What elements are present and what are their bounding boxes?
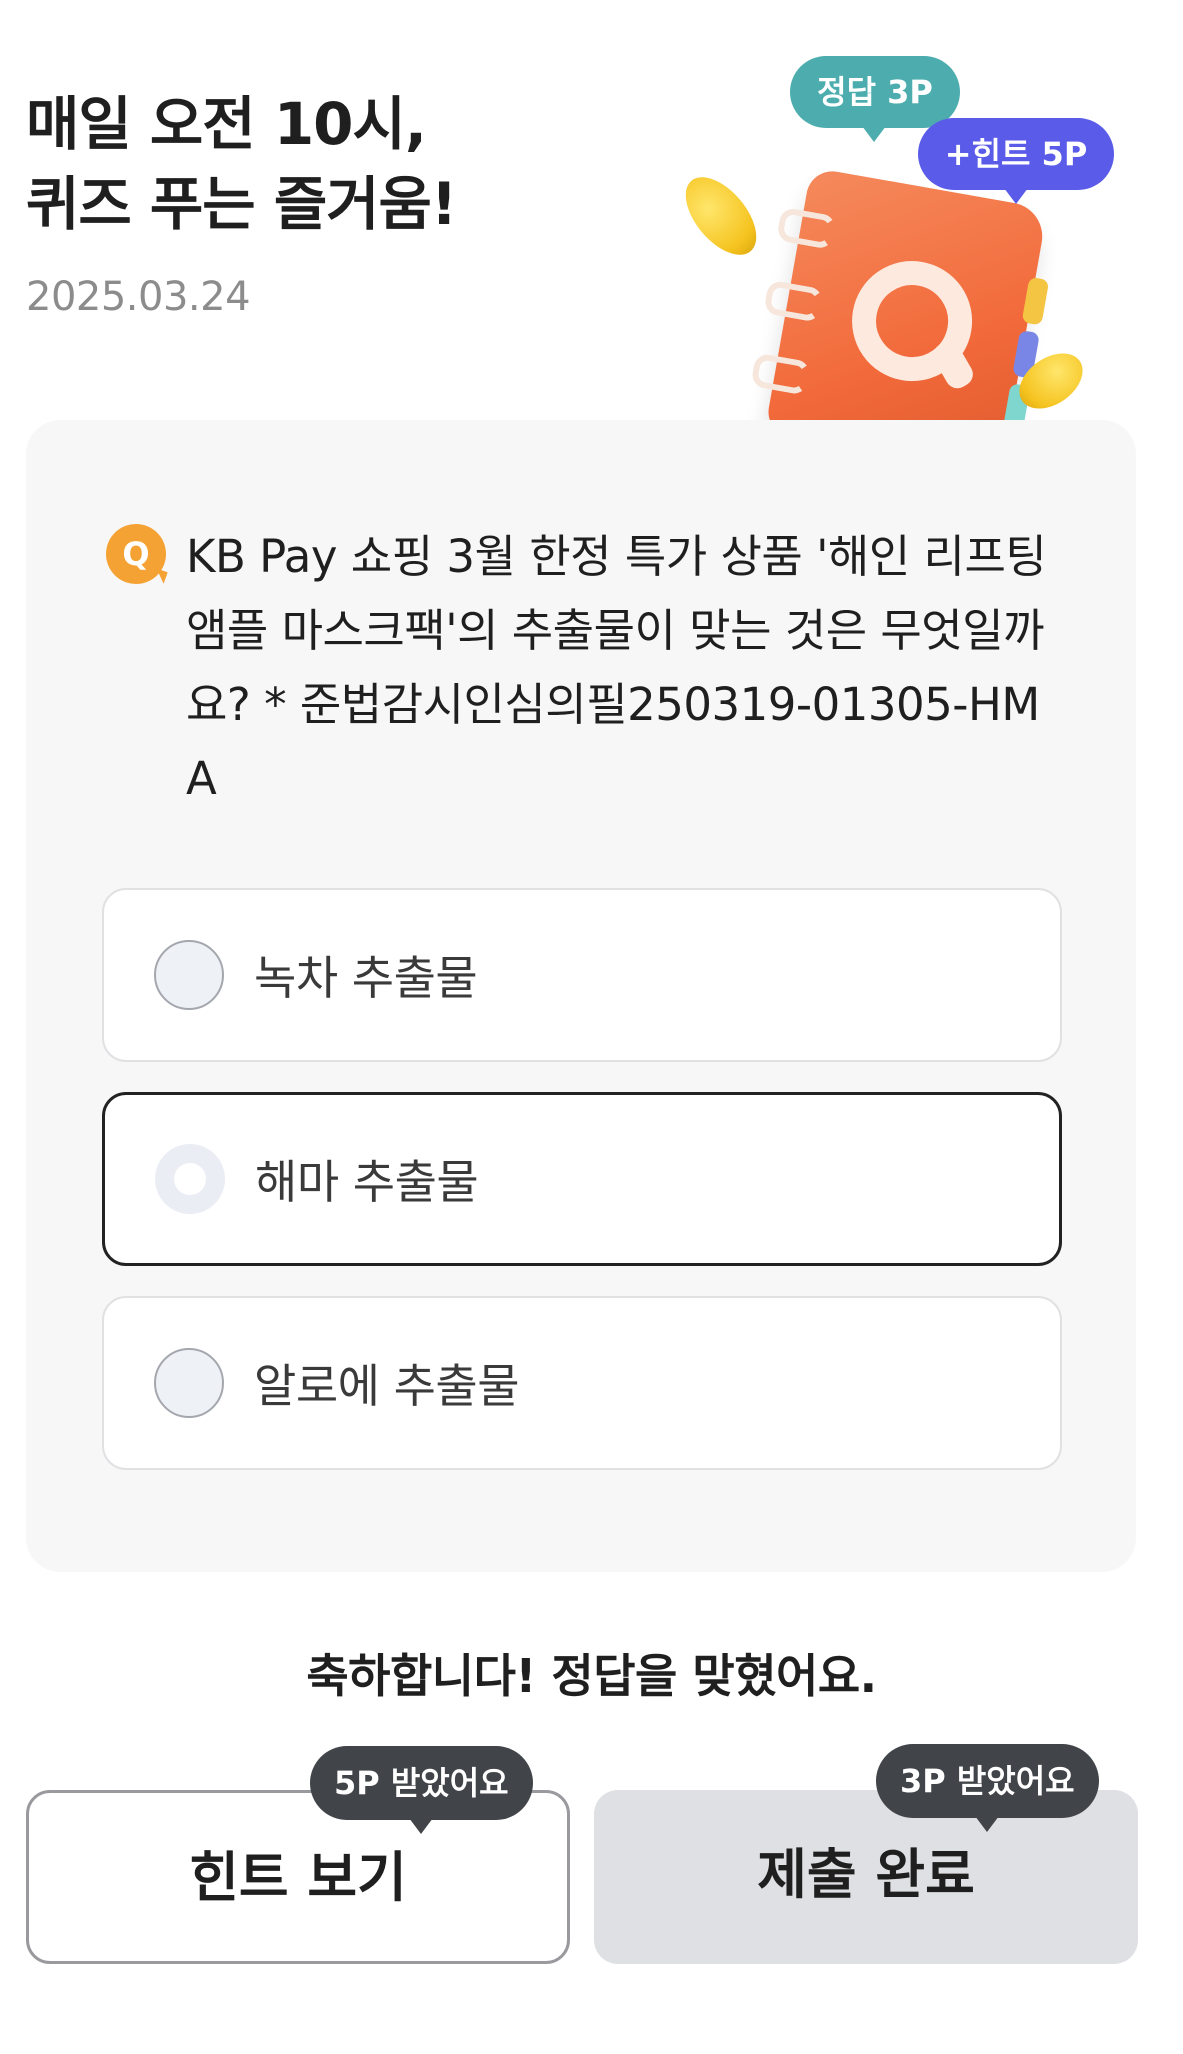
page-header: 매일 오전 10시, 퀴즈 푸는 즐거움! 2025.03.24 [26, 84, 646, 320]
answer-option-label: 알로에 추출물 [254, 1359, 520, 1413]
page-title: 매일 오전 10시, 퀴즈 푸는 즐거움! [26, 84, 646, 244]
answer-option-2[interactable]: 해마 추출물 [102, 1092, 1062, 1266]
submit-reward-tooltip: 3P 받았어요 [876, 1744, 1099, 1832]
ring-icon [763, 279, 825, 323]
question: Q KB Pay 쇼핑 3월 한정 특가 상품 '해인 리프팅 앰플 마스크팩'… [106, 520, 1056, 816]
answer-option-label: 녹차 추출물 [254, 951, 478, 1005]
quiz-date: 2025.03.24 [26, 274, 251, 320]
q-letter-icon [842, 251, 982, 391]
answer-option-1[interactable]: 녹차 추출물 [102, 888, 1062, 1062]
question-text: KB Pay 쇼핑 3월 한정 특가 상품 '해인 리프팅 앰플 마스크팩'의 … [186, 530, 1047, 805]
answer-option-3[interactable]: 알로에 추출물 [102, 1296, 1062, 1470]
answer-option-label: 해마 추출물 [255, 1155, 479, 1209]
quiz-card: Q KB Pay 쇼핑 3월 한정 특가 상품 '해인 리프팅 앰플 마스크팩'… [26, 420, 1136, 1572]
result-message: 축하합니다! 정답을 맞혔어요. [306, 1649, 877, 1703]
hint-points-badge: +힌트 5P [918, 118, 1114, 204]
hint-reward-tooltip: 5P 받았어요 [310, 1746, 533, 1834]
ring-icon [776, 206, 838, 250]
radio-button-selected[interactable] [155, 1144, 225, 1214]
ring-icon [750, 352, 812, 396]
page-title-line1: 매일 오전 10시, [26, 90, 427, 158]
radio-button[interactable] [154, 940, 224, 1010]
notebook-tab [1021, 276, 1050, 326]
quiz-illustration: 정답 3P +힌트 5P [672, 50, 1120, 480]
q-icon: Q [106, 524, 166, 584]
page-title-line2: 퀴즈 푸는 즐거움! [26, 170, 457, 238]
coin-icon [672, 164, 770, 268]
radio-button[interactable] [154, 1348, 224, 1418]
answer-points-badge: 정답 3P [790, 56, 960, 142]
